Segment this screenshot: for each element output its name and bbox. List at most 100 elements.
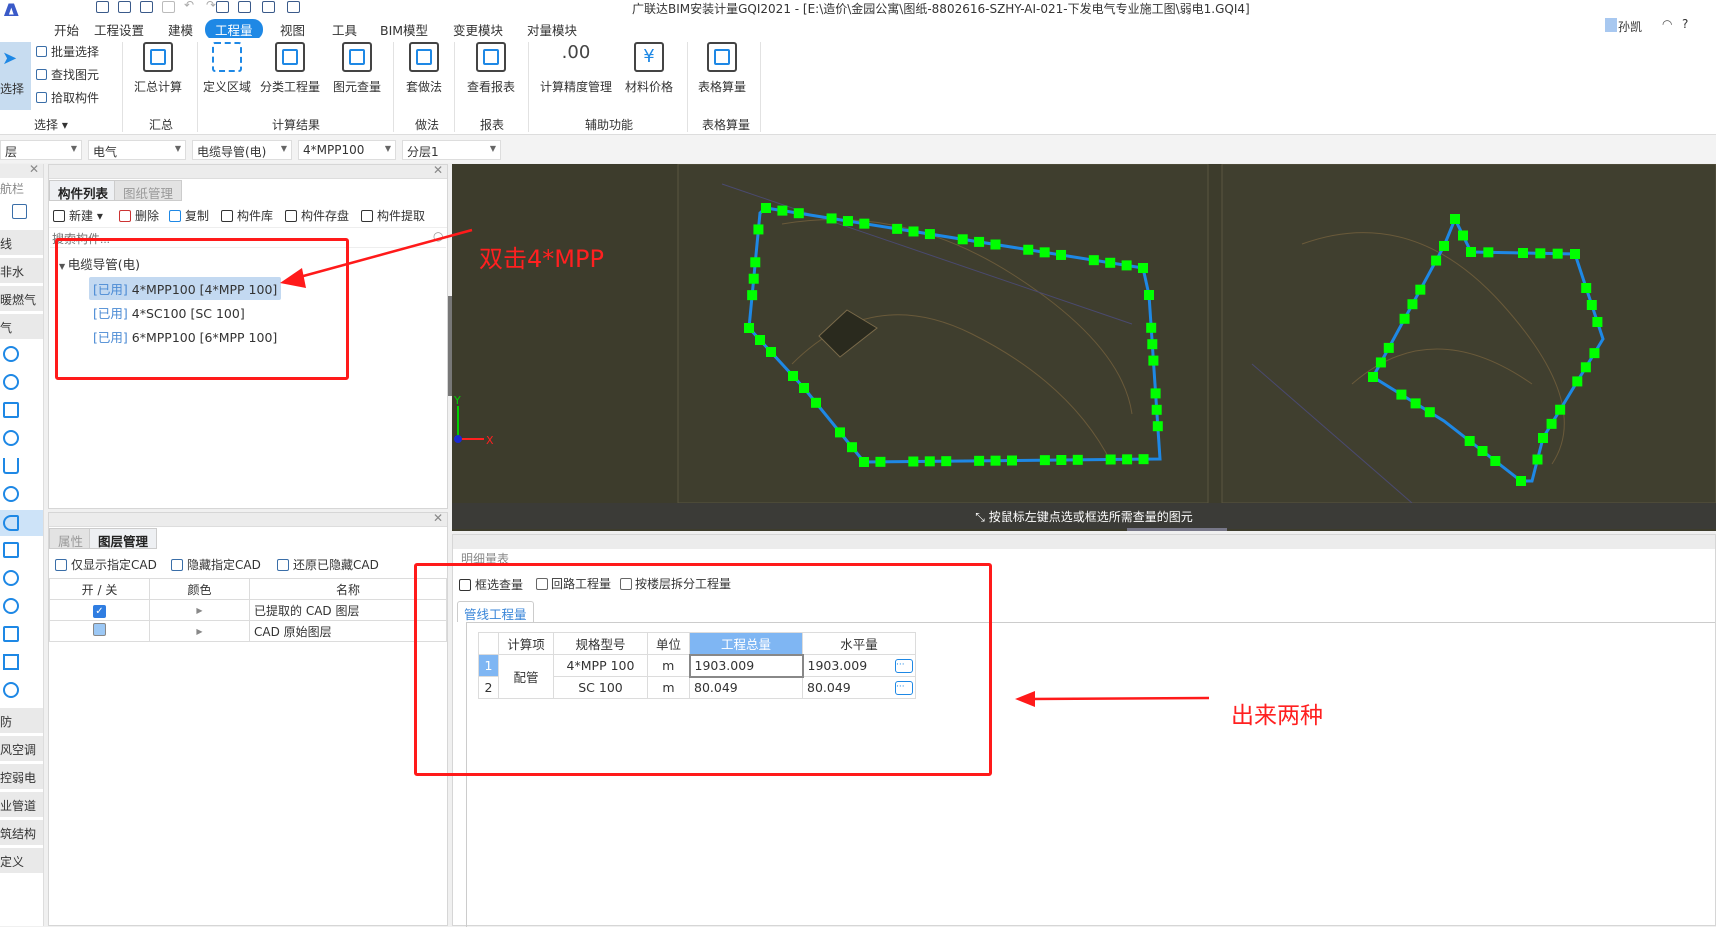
user-avatar[interactable]: [1605, 18, 1617, 32]
view-report-button[interactable]: 查看报表: [467, 42, 515, 95]
close-icon[interactable]: ✕: [29, 162, 39, 176]
spring-icon[interactable]: [3, 570, 19, 586]
menu-quantity[interactable]: 工程量: [205, 19, 263, 40]
pipe-grip: [1552, 248, 1563, 259]
tab-drawing-manage[interactable]: 图纸管理: [114, 180, 183, 201]
define-region-button[interactable]: 定义区域: [203, 42, 251, 95]
ground-icon[interactable]: [3, 682, 19, 698]
undo-icon[interactable]: ↶: [184, 0, 194, 12]
tab-component-list[interactable]: 构件列表: [49, 180, 118, 201]
table-quantity-button[interactable]: 表格算量: [698, 42, 746, 95]
summary-calc-button[interactable]: 汇总计算: [134, 42, 182, 95]
pipe-grip: [1383, 342, 1394, 353]
color-expand-icon[interactable]: ▶: [149, 599, 250, 621]
find-element-button[interactable]: 查找图元: [36, 66, 99, 83]
group-select[interactable]: 选择 ▾: [34, 116, 68, 133]
menu-change-module[interactable]: 变更模块: [443, 19, 513, 40]
cable-icon[interactable]: [3, 486, 19, 502]
checkbox-checked[interactable]: ✓: [93, 604, 106, 618]
nav-item-electrical[interactable]: 气: [0, 314, 43, 339]
nav-item-fire[interactable]: 防: [0, 708, 43, 733]
grid-icon[interactable]: [3, 654, 19, 670]
delete-button[interactable]: 删除: [119, 207, 159, 224]
nav-item-wire[interactable]: 线: [0, 230, 43, 255]
component-library-button[interactable]: 构件库: [221, 207, 273, 224]
menu-start[interactable]: 开始: [44, 19, 89, 40]
batch-select-button[interactable]: 批量选择: [36, 43, 99, 60]
divider: [454, 42, 455, 132]
navigation-bar: ✕ 航栏 线 非水 暖燃气 气 防 风空调 控弱电 业管道 筑结构 定义: [0, 162, 44, 926]
nav-item-custom[interactable]: 定义: [0, 848, 43, 873]
wire-icon[interactable]: [3, 542, 19, 558]
select-region-icon[interactable]: [287, 1, 300, 13]
color-expand-icon[interactable]: ▶: [149, 620, 250, 642]
layer-select[interactable]: 分层1 ▼: [402, 140, 501, 160]
layer-value: 分层1: [407, 145, 439, 159]
edit-icon[interactable]: [12, 204, 27, 219]
discipline-select[interactable]: 电气 ▼: [88, 140, 186, 160]
search-icon[interactable]: ○: [433, 229, 443, 243]
sum-icon[interactable]: [216, 1, 229, 13]
apply-method-button[interactable]: 套做法: [406, 42, 442, 95]
extract-component-button[interactable]: 构件提取: [361, 207, 425, 224]
new-button[interactable]: 新建 ▾: [53, 207, 103, 224]
new-file-icon[interactable]: [118, 1, 131, 13]
distribution-box-icon[interactable]: [3, 402, 19, 418]
list-icon[interactable]: [262, 1, 275, 13]
floor-select[interactable]: 层 ▼: [0, 140, 82, 160]
precision-manage-button[interactable]: .00 计算精度管理: [540, 42, 612, 95]
tab-properties[interactable]: 属性: [49, 528, 93, 549]
select-label: 选择: [0, 82, 25, 96]
menu-bim-model[interactable]: BIM模型: [370, 19, 438, 40]
classify-quantity-button[interactable]: 分类工程量: [260, 42, 320, 95]
cad-viewport[interactable]: Y X 双击4*MPP ⤡ 按鼠标左键点选或框选所需查量的图元: [452, 164, 1716, 531]
close-icon[interactable]: ✕: [433, 511, 443, 525]
collapse-handle[interactable]: [1127, 528, 1227, 531]
cable-tray-icon[interactable]: [3, 458, 19, 474]
menu-view[interactable]: 视图: [270, 19, 315, 40]
nav-item-conduit[interactable]: [0, 510, 43, 536]
open-icon[interactable]: [140, 1, 153, 13]
element-quantity-button[interactable]: 图元查量: [333, 42, 381, 95]
help-button[interactable]: ?: [1682, 17, 1688, 31]
redo-icon[interactable]: ↷: [206, 0, 216, 12]
material-price-button[interactable]: ¥ 材料价格: [625, 42, 673, 95]
show-only-cad-button[interactable]: 仅显示指定CAD: [55, 556, 157, 573]
menu-tools[interactable]: 工具: [322, 19, 367, 40]
pick-component-button[interactable]: 拾取构件: [36, 89, 99, 106]
col-color: 颜色: [149, 578, 250, 600]
pipe-fitting-icon[interactable]: [3, 626, 19, 642]
grid-icon[interactable]: [238, 1, 251, 13]
tab-layer-manage[interactable]: 图层管理: [89, 528, 158, 549]
copy-button[interactable]: 复制: [169, 207, 209, 224]
select-button[interactable]: ➤ 选择: [0, 42, 31, 110]
hide-cad-button[interactable]: 隐藏指定CAD: [171, 556, 261, 573]
menu-modeling[interactable]: 建模: [158, 19, 203, 40]
cad-drawing[interactable]: Y X: [452, 164, 1716, 531]
light-bulb-icon[interactable]: [3, 346, 19, 362]
nav-item-hvac[interactable]: 风空调: [0, 736, 43, 761]
nav-item-drainage[interactable]: 非水: [0, 258, 43, 283]
nav-item-heating-gas[interactable]: 暖燃气: [0, 286, 43, 311]
close-icon[interactable]: ✕: [433, 163, 443, 177]
headset-icon[interactable]: ◠: [1662, 17, 1672, 31]
table-row[interactable]: ✓ ▶ 已提取的 CAD 图层: [49, 599, 447, 621]
lightning-icon[interactable]: [3, 598, 19, 614]
equipment-icon[interactable]: [3, 430, 19, 446]
nav-item-building-structure[interactable]: 筑结构: [0, 820, 43, 845]
nav-item-industrial-pipe[interactable]: 业管道: [0, 792, 43, 817]
socket-icon[interactable]: [3, 374, 19, 390]
save-icon[interactable]: [162, 1, 175, 13]
table-row[interactable]: ▶ CAD 原始图层: [49, 620, 447, 642]
menu-compare-module[interactable]: 对量模块: [517, 19, 587, 40]
chevron-down-icon: ▼: [280, 144, 287, 153]
checkbox-partial[interactable]: [93, 623, 106, 636]
save-component-button[interactable]: 构件存盘: [285, 207, 349, 224]
nav-item-low-voltage[interactable]: 控弱电: [0, 764, 43, 789]
component-type-select[interactable]: 电缆导管(电) ▼: [192, 140, 292, 160]
user-name[interactable]: 孙凯: [1618, 18, 1642, 35]
component-select[interactable]: 4*MPP100 ▼: [298, 140, 396, 160]
restore-cad-button[interactable]: 还原已隐藏CAD: [277, 556, 379, 573]
upload-icon[interactable]: [96, 1, 109, 13]
menu-project-settings[interactable]: 工程设置: [84, 19, 154, 40]
